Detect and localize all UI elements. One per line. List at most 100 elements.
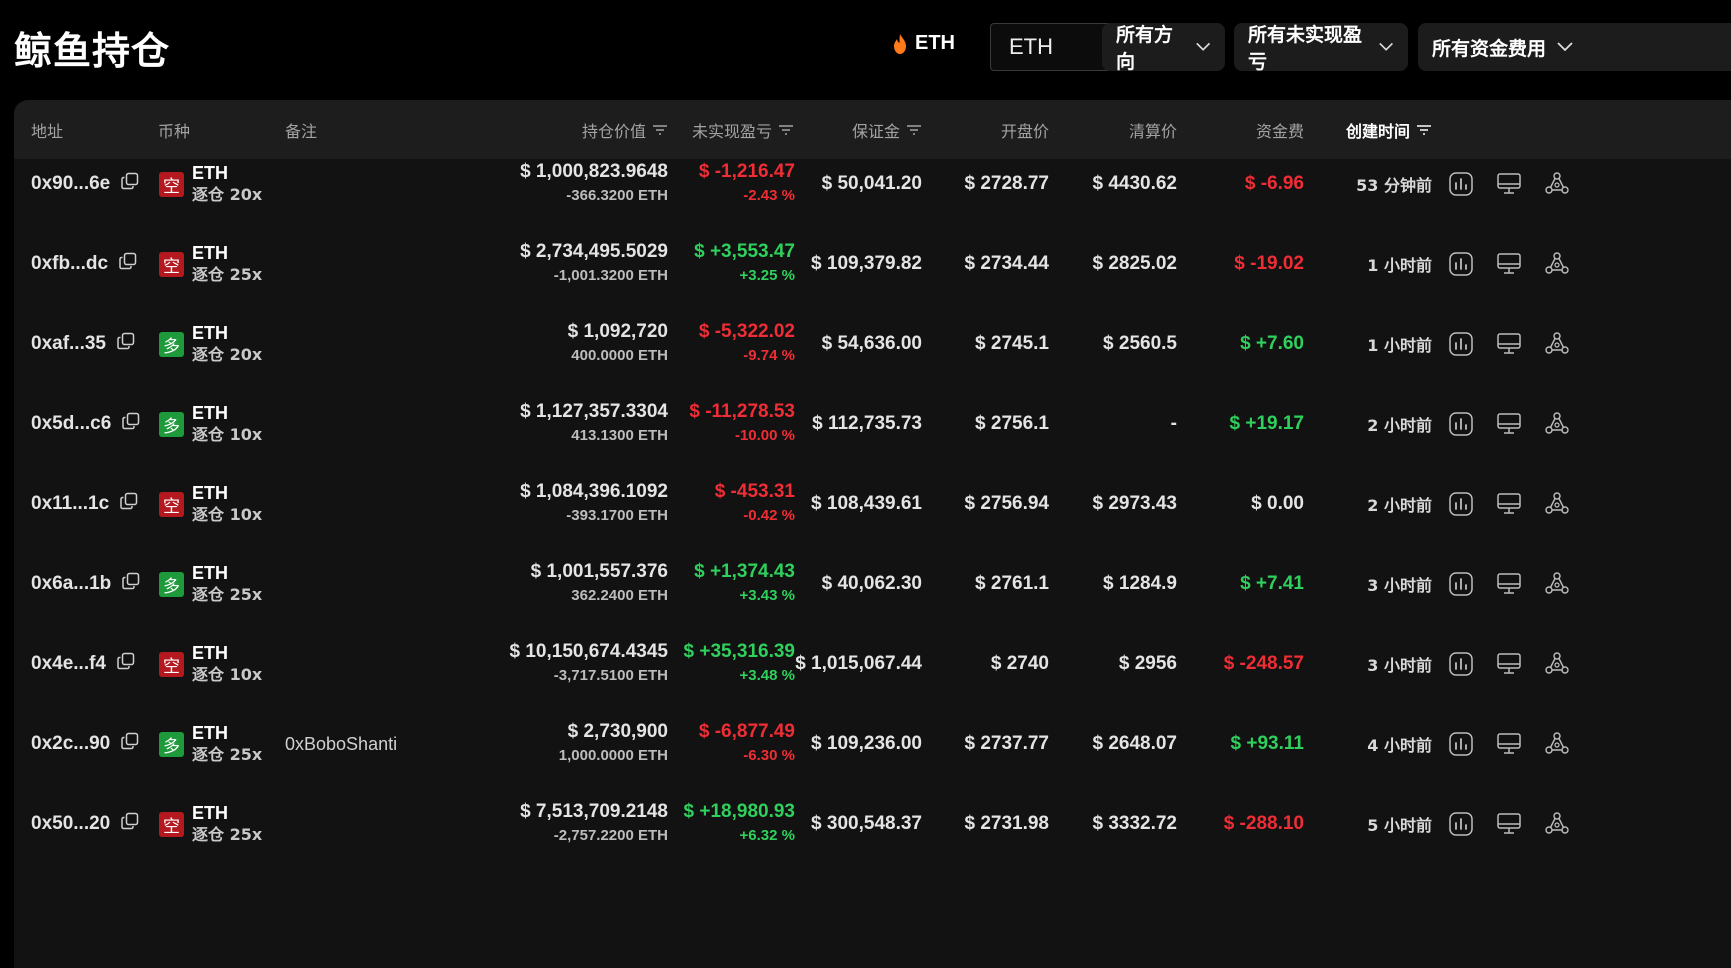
funding-value: $ +7.41 [1240, 573, 1304, 594]
liquidation-price: $ 4430.62 [1092, 173, 1177, 194]
address-cell[interactable]: 0x90...6e [31, 140, 140, 228]
table-row[interactable]: 0x50...20 空 ETH 逐仓 25x $ 7,513,709.2148 … [14, 780, 1731, 868]
monitor-icon[interactable] [1495, 330, 1523, 358]
liquidation-price: $ 2560.5 [1103, 333, 1177, 354]
coin-cell: 多 ETH 逐仓 20x [159, 300, 262, 388]
margin-value: $ 109,379.82 [811, 253, 922, 274]
monitor-icon[interactable] [1495, 570, 1523, 598]
pnl-filter[interactable]: 所有未实现盈亏 [1234, 23, 1408, 73]
table-row[interactable]: 0x2c...90 多 ETH 逐仓 25x 0xBoboShanti $ 2,… [14, 700, 1731, 788]
table-row[interactable]: 0x11...1c 空 ETH 逐仓 10x $ 1,084,396.1092 … [14, 460, 1731, 548]
monitor-icon[interactable] [1495, 490, 1523, 518]
address-text[interactable]: 0x50...20 [31, 813, 110, 835]
address-text[interactable]: 0x2c...90 [31, 733, 110, 755]
created-time: 2 小时前 [1367, 496, 1432, 515]
monitor-icon[interactable] [1495, 410, 1523, 438]
table-row[interactable]: 0xfb...dc 空 ETH 逐仓 25x $ 2,734,495.5029 … [14, 220, 1731, 308]
address-cell[interactable]: 0x2c...90 [31, 700, 140, 788]
chart-icon[interactable] [1447, 490, 1475, 518]
address-text[interactable]: 0x5d...c6 [31, 413, 111, 435]
pnl-percent: -2.43 % [743, 187, 795, 204]
coin-cell: 空 ETH 逐仓 20x [159, 140, 262, 228]
side-badge: 空 [159, 811, 184, 837]
copy-icon[interactable] [120, 811, 140, 837]
chart-icon[interactable] [1447, 650, 1475, 678]
copy-icon[interactable] [121, 411, 141, 437]
copy-icon[interactable] [116, 651, 136, 677]
coin-tag[interactable]: ETH [893, 32, 955, 55]
address-text[interactable]: 0x6a...1b [31, 573, 111, 595]
address-cell[interactable]: 0xaf...35 [31, 300, 136, 388]
coin-cell: 空 ETH 逐仓 10x [159, 620, 262, 708]
coin-cell: 多 ETH 逐仓 25x [159, 540, 262, 628]
network-icon[interactable] [1543, 250, 1571, 278]
flame-icon [894, 33, 906, 54]
margin-value: $ 300,548.37 [811, 813, 922, 834]
copy-icon[interactable] [120, 731, 140, 757]
entry-price: $ 2734.44 [964, 253, 1049, 274]
address-cell[interactable]: 0x50...20 [31, 780, 140, 868]
network-icon[interactable] [1543, 650, 1571, 678]
entry-price: $ 2740 [990, 653, 1049, 674]
address-cell[interactable]: 0x6a...1b [31, 540, 141, 628]
margin-value: $ 40,062.30 [821, 573, 922, 594]
network-icon[interactable] [1543, 490, 1571, 518]
chart-icon[interactable] [1447, 250, 1475, 278]
funding-filter[interactable]: 所有资金费用 [1418, 23, 1731, 71]
copy-icon[interactable] [118, 251, 138, 277]
monitor-icon[interactable] [1495, 730, 1523, 758]
chart-icon[interactable] [1447, 170, 1475, 198]
monitor-icon[interactable] [1495, 650, 1523, 678]
monitor-icon[interactable] [1495, 810, 1523, 838]
address-text[interactable]: 0xfb...dc [31, 253, 108, 275]
table-row[interactable]: 0x90...6e 空 ETH 逐仓 20x $ 1,000,823.9648 … [14, 140, 1731, 228]
copy-icon[interactable] [119, 491, 139, 517]
network-icon[interactable] [1543, 730, 1571, 758]
table-row[interactable]: 0x6a...1b 多 ETH 逐仓 25x $ 1,001,557.376 3… [14, 540, 1731, 628]
chart-icon[interactable] [1447, 330, 1475, 358]
created-time: 3 小时前 [1367, 576, 1432, 595]
network-icon[interactable] [1543, 810, 1571, 838]
page-title: 鲸鱼持仓 [14, 29, 171, 73]
address-text[interactable]: 0xaf...35 [31, 333, 106, 355]
copy-icon[interactable] [120, 171, 140, 197]
row-actions [1447, 220, 1571, 308]
address-cell[interactable]: 0x4e...f4 [31, 620, 136, 708]
address-text[interactable]: 0x11...1c [31, 493, 109, 515]
value-usd: $ 1,127,357.3304 [520, 401, 668, 422]
table-row[interactable]: 0xaf...35 多 ETH 逐仓 20x $ 1,092,720 400.0… [14, 300, 1731, 388]
monitor-icon[interactable] [1495, 170, 1523, 198]
pnl-cell: $ -6,877.49 -6.30 % [674, 700, 795, 788]
monitor-icon[interactable] [1495, 250, 1523, 278]
pnl-percent: +3.48 % [739, 667, 795, 684]
direction-filter[interactable]: 所有方向 [1102, 23, 1225, 73]
address-cell[interactable]: 0xfb...dc [31, 220, 138, 308]
network-icon[interactable] [1543, 330, 1571, 358]
address-cell[interactable]: 0x5d...c6 [31, 380, 141, 468]
entry-price: $ 2745.1 [975, 333, 1049, 354]
chart-icon[interactable] [1447, 570, 1475, 598]
top-bar: 鲸鱼持仓 ETH ETH 所有方向 所有未实现盈亏 所有资金费用 [0, 0, 1731, 90]
chart-icon[interactable] [1447, 730, 1475, 758]
network-icon[interactable] [1543, 570, 1571, 598]
address-cell[interactable]: 0x11...1c [31, 460, 139, 548]
copy-icon[interactable] [121, 571, 141, 597]
side-badge: 空 [159, 171, 184, 197]
pnl-cell: $ -11,278.53 -10.00 % [674, 380, 795, 468]
address-text[interactable]: 0x4e...f4 [31, 653, 106, 675]
table-row[interactable]: 0x5d...c6 多 ETH 逐仓 10x $ 1,127,357.3304 … [14, 380, 1731, 468]
chart-icon[interactable] [1447, 410, 1475, 438]
network-icon[interactable] [1543, 410, 1571, 438]
network-icon[interactable] [1543, 170, 1571, 198]
coin-cell: 空 ETH 逐仓 25x [159, 220, 262, 308]
table-row[interactable]: 0x4e...f4 空 ETH 逐仓 10x $ 10,150,674.4345… [14, 620, 1731, 708]
address-text[interactable]: 0x90...6e [31, 173, 110, 195]
pnl-percent: -6.30 % [743, 747, 795, 764]
value-cell: $ 10,150,674.4345 -3,717.5100 ETH [434, 620, 669, 708]
value-eth: -393.1700 ETH [566, 507, 668, 524]
chart-icon[interactable] [1447, 810, 1475, 838]
margin-value: $ 108,439.61 [811, 493, 922, 514]
copy-icon[interactable] [116, 331, 136, 357]
funding-value: $ +7.60 [1240, 333, 1304, 354]
note-text: 0xBoboShanti [285, 733, 398, 754]
